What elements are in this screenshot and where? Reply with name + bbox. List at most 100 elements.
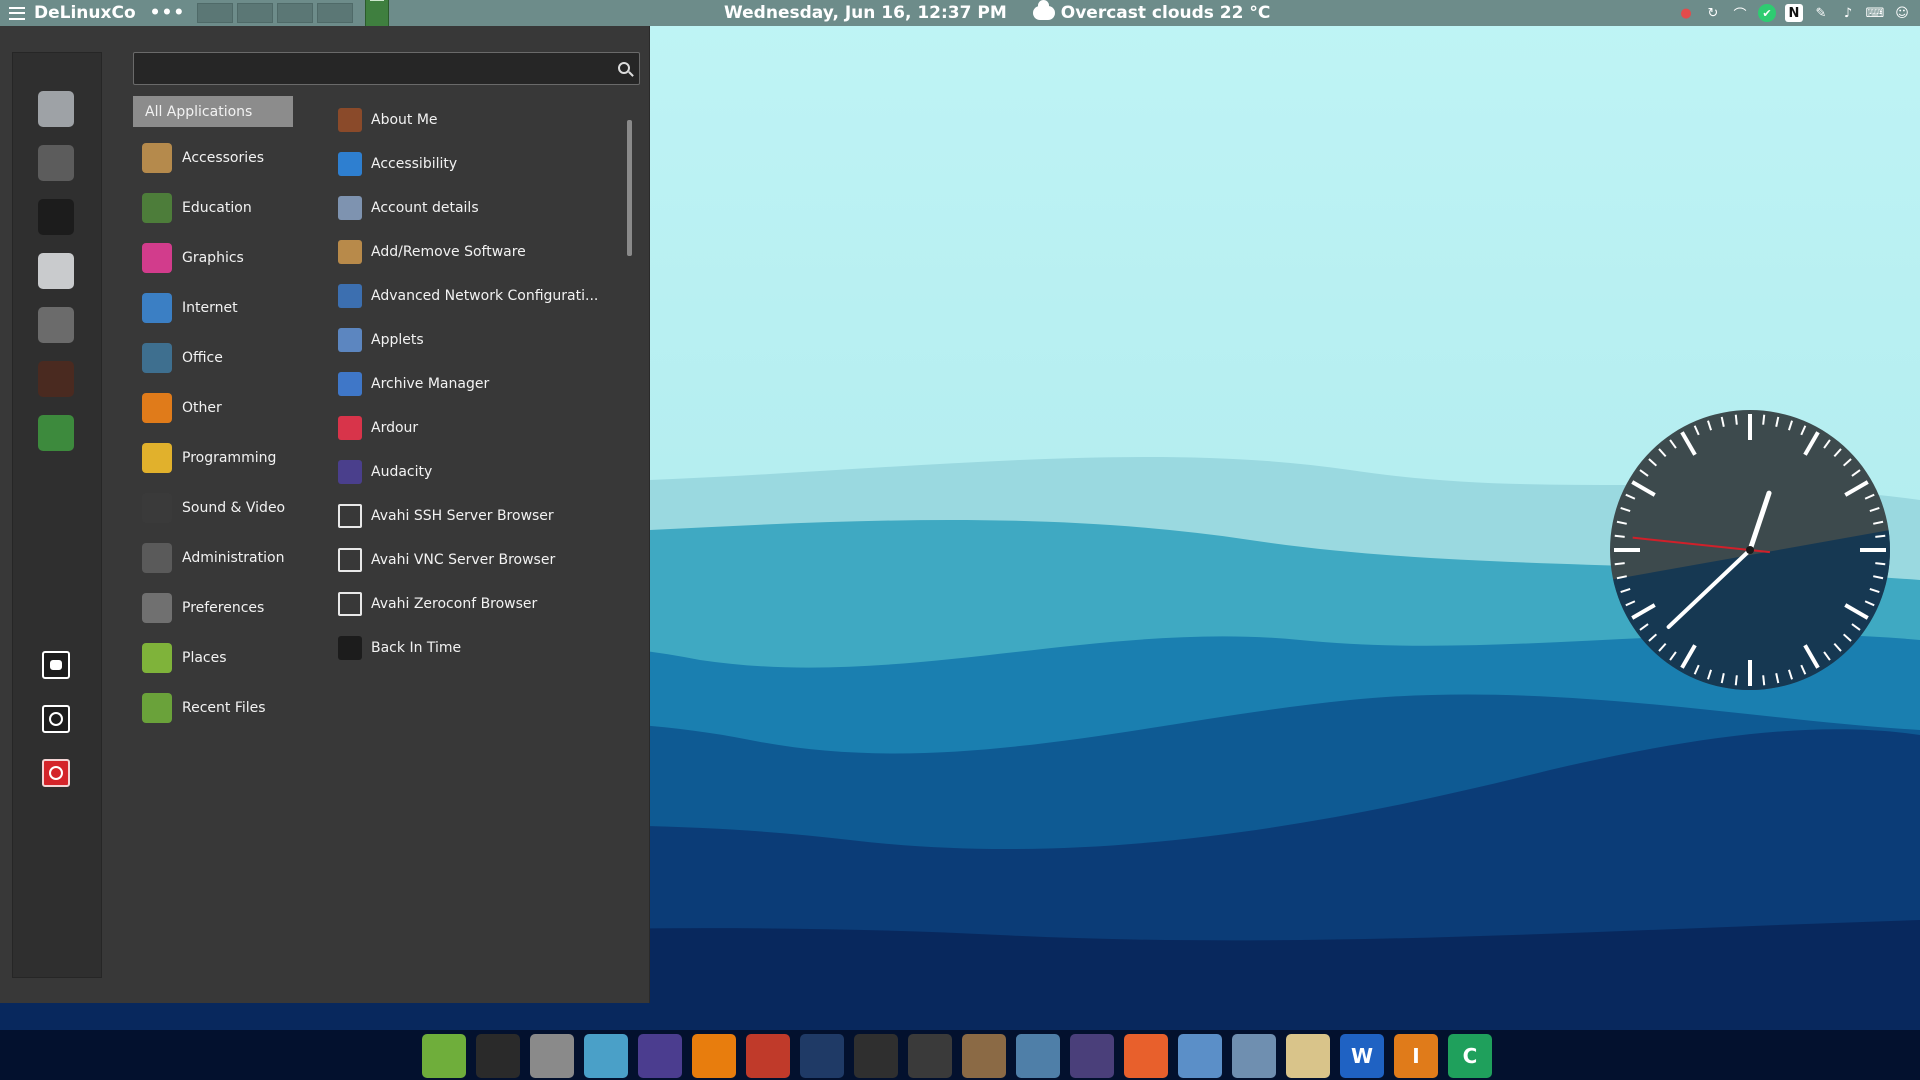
speaker-icon[interactable]	[38, 307, 74, 343]
search-icon[interactable]	[618, 62, 630, 74]
menu-button[interactable]	[0, 0, 34, 26]
inkscape-bird-icon[interactable]	[1070, 1034, 1114, 1078]
keyboard-icon[interactable]: ⌨	[1866, 4, 1885, 22]
paperclip-icon[interactable]: ⌒	[1731, 4, 1749, 23]
application-item[interactable]: Archive Manager	[338, 362, 628, 406]
system-monitor-icon[interactable]	[38, 361, 74, 397]
power-icon[interactable]	[42, 759, 70, 787]
category-item[interactable]: Administration	[133, 533, 293, 583]
category-item[interactable]: Places	[133, 633, 293, 683]
video-editor-icon[interactable]	[746, 1034, 790, 1078]
clock-minute-tick	[1734, 675, 1738, 686]
gimp-icon[interactable]	[962, 1034, 1006, 1078]
volume-icon[interactable]: ♪	[1839, 4, 1857, 22]
category-item[interactable]: Programming	[133, 433, 293, 483]
applets-icon	[338, 328, 362, 352]
application-item[interactable]: About Me	[338, 98, 628, 142]
category-item[interactable]: Accessories	[133, 133, 293, 183]
calc-icon[interactable]: C	[1448, 1034, 1492, 1078]
application-item[interactable]: Account details	[338, 186, 628, 230]
category-item[interactable]: Preferences	[133, 583, 293, 633]
sync-icon[interactable]: ↻	[1704, 4, 1722, 22]
pen-icon[interactable]: ✎	[1812, 4, 1830, 22]
image-viewer-icon[interactable]	[584, 1034, 628, 1078]
category-item[interactable]: Sound & Video	[133, 483, 293, 533]
more-dots-button[interactable]: •••	[150, 3, 186, 23]
internet-icon	[142, 293, 172, 323]
system-tools-icon[interactable]	[38, 91, 74, 127]
photo-icon[interactable]	[1016, 1034, 1060, 1078]
hamburger-icon	[9, 6, 25, 20]
audio-editor-icon[interactable]	[800, 1034, 844, 1078]
search-input[interactable]	[142, 57, 602, 80]
category-label: Education	[182, 200, 252, 216]
favorites-sidebar	[12, 52, 102, 978]
hardware-info-icon[interactable]	[38, 415, 74, 451]
headphones-icon[interactable]	[638, 1034, 682, 1078]
application-item[interactable]: Accessibility	[338, 142, 628, 186]
avahi-ssh-icon	[338, 504, 362, 528]
search-box[interactable]	[133, 52, 640, 85]
category-item[interactable]: All Applications	[133, 96, 293, 127]
application-label: Accessibility	[371, 156, 458, 172]
vpn-tie-icon[interactable]	[38, 145, 74, 181]
programming-icon	[142, 443, 172, 473]
category-item[interactable]: Recent Files	[133, 683, 293, 733]
category-label: Other	[182, 400, 222, 416]
color-picker-icon[interactable]	[908, 1034, 952, 1078]
account-icon	[338, 196, 362, 220]
category-item[interactable]: Education	[133, 183, 293, 233]
other-icon	[142, 393, 172, 423]
application-item[interactable]: Avahi SSH Server Browser	[338, 494, 628, 538]
application-item[interactable]: Audacity	[338, 450, 628, 494]
timeshift-icon[interactable]	[38, 253, 74, 289]
blender-icon[interactable]	[692, 1034, 736, 1078]
files-icon[interactable]	[422, 1034, 466, 1078]
user-icon[interactable]: ☺	[1893, 4, 1911, 22]
installer-icon[interactable]	[38, 199, 74, 235]
category-label: Recent Files	[182, 700, 266, 716]
application-label: Account details	[371, 200, 479, 216]
notion-icon[interactable]: N	[1785, 4, 1803, 22]
category-item[interactable]: Other	[133, 383, 293, 433]
workspace-4[interactable]	[317, 3, 354, 23]
category-item[interactable]: Graphics	[133, 233, 293, 283]
clock-desklet	[1610, 410, 1890, 690]
terminal-icon[interactable]	[476, 1034, 520, 1078]
calculator-icon[interactable]	[530, 1034, 574, 1078]
application-item[interactable]: Advanced Network Configurati...	[338, 274, 628, 318]
office-icon	[142, 343, 172, 373]
application-item[interactable]: Applets	[338, 318, 628, 362]
application-item[interactable]: Avahi Zeroconf Browser	[338, 582, 628, 626]
check-shield-icon[interactable]: ✔	[1758, 4, 1776, 22]
about-me-icon	[338, 108, 362, 132]
datetime-label[interactable]: Wednesday, Jun 16, 12:37 PM	[724, 3, 1007, 23]
clock-minute-tick	[1762, 675, 1766, 686]
application-item[interactable]: Add/Remove Software	[338, 230, 628, 274]
application-item[interactable]: Ardour	[338, 406, 628, 450]
writer-icon[interactable]: W	[1340, 1034, 1384, 1078]
weather-label: Overcast clouds 22 °C	[1060, 3, 1271, 23]
workspace-3[interactable]	[277, 3, 314, 23]
location-pin-icon[interactable]: ●	[1677, 4, 1695, 22]
application-list-scrollbar[interactable]	[627, 120, 632, 256]
application-item[interactable]: Back In Time	[338, 626, 628, 664]
category-item[interactable]: Internet	[133, 283, 293, 333]
firefox-icon[interactable]	[1124, 1034, 1168, 1078]
clock-minute-tick	[1734, 414, 1738, 425]
chromium-icon[interactable]	[1178, 1034, 1222, 1078]
software-icon	[338, 240, 362, 264]
category-item[interactable]: Office	[133, 333, 293, 383]
application-menu: All Applications Accessories Education Grap…	[0, 26, 650, 1003]
workspace-1[interactable]	[197, 3, 234, 23]
weather-applet[interactable]: Overcast clouds 22 °C	[1032, 0, 1271, 23]
lock-icon[interactable]	[42, 651, 70, 679]
impress-icon[interactable]: I	[1394, 1034, 1438, 1078]
application-item[interactable]: Avahi VNC Server Browser	[338, 538, 628, 582]
workspace-2[interactable]	[237, 3, 274, 23]
darktable-icon[interactable]	[854, 1034, 898, 1078]
mail-stamp-icon[interactable]	[1286, 1034, 1330, 1078]
brand-label[interactable]: DeLinuxCo	[34, 3, 136, 23]
logout-icon[interactable]	[42, 705, 70, 733]
thunderbird-icon[interactable]	[1232, 1034, 1276, 1078]
